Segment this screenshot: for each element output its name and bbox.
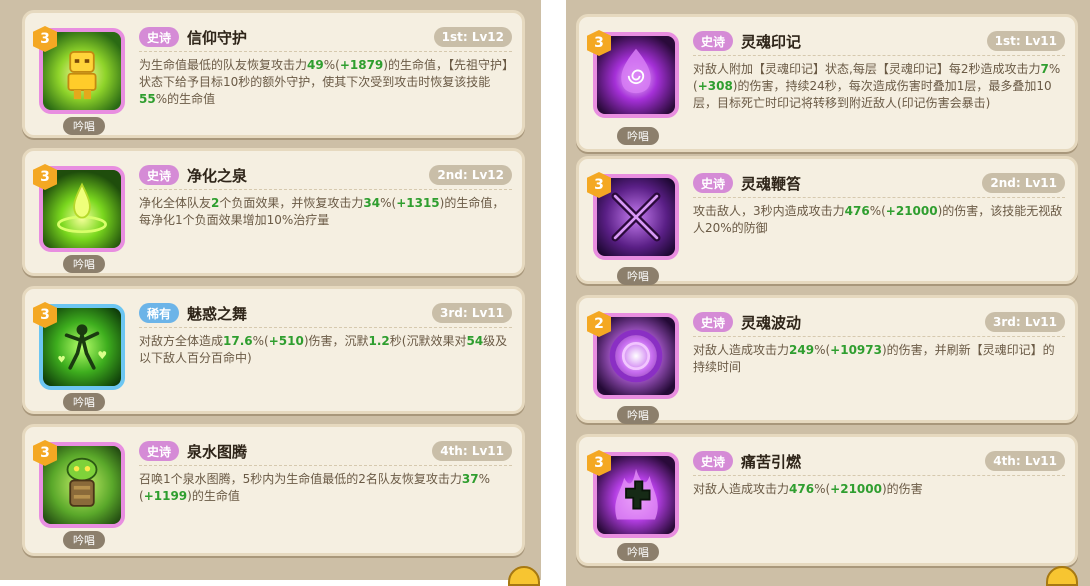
chant-tag: 吟唱 xyxy=(617,267,659,285)
skill-card-3[interactable]: ♥ ♥ 3 吟唱 稀有 魅惑之舞 3rd: Lv11 对敌方全体造成17.6%(… xyxy=(22,286,525,414)
skill-slot-tag: 1st: Lv12 xyxy=(433,27,512,47)
skill-description: 对敌人造成攻击力476%(+21000)的伤害 xyxy=(693,481,1065,498)
description-text: 对敌人附加【灵魂印记】状态,每层【灵魂印记】每2秒造成攻击力 xyxy=(693,62,1041,76)
description-text: 对敌人造成攻击力 xyxy=(693,482,790,496)
skill-card-1[interactable]: 3 吟唱 史诗 信仰守护 1st: Lv12 为生命值最低的队友恢复攻击力49%… xyxy=(22,10,525,138)
description-text: )的伤害 xyxy=(881,482,923,496)
chant-tag: 吟唱 xyxy=(617,543,659,561)
description-text: 个负面效果，并恢复攻击力 xyxy=(219,196,364,210)
divider-line xyxy=(139,327,512,328)
svg-text:♥: ♥ xyxy=(97,349,107,362)
chant-tag: 吟唱 xyxy=(617,406,659,424)
description-text: )的生命值 xyxy=(187,489,240,503)
skill-description: 净化全体队友2个负面效果，并恢复攻击力34%(+1315)的生命值，每净化1个负… xyxy=(139,195,512,229)
highlight-value: +21000 xyxy=(830,482,882,496)
skill-card-5[interactable]: 3 吟唱 史诗 灵魂印记 1st: Lv11 对敌人附加【灵魂印记】状态,每层【… xyxy=(576,14,1078,152)
highlight-value: 1.2 xyxy=(368,334,390,348)
skill-name: 灵魂波动 xyxy=(741,314,802,332)
skill-slot-tag: 3rd: Lv11 xyxy=(984,312,1065,332)
skill-card-2[interactable]: 3 吟唱 史诗 净化之泉 2nd: Lv12 净化全体队友2个负面效果，并恢复攻… xyxy=(22,148,525,276)
rarity-pill: 史诗 xyxy=(139,165,180,185)
highlight-value: +10973 xyxy=(830,343,882,357)
skill-name: 魅惑之舞 xyxy=(187,305,248,323)
description-text: %( xyxy=(869,204,886,218)
chant-tag: 吟唱 xyxy=(63,531,105,549)
description-text: 净化全体队友 xyxy=(139,196,212,210)
description-text: %( xyxy=(814,343,831,357)
highlight-value: 49 xyxy=(307,58,324,72)
highlight-value: +1199 xyxy=(143,489,188,503)
skill-description: 对敌方全体造成17.6%(+510)伤害，沉默1.2秒(沉默效果对54级及以下敌… xyxy=(139,333,512,367)
skill-card-7[interactable]: 2 吟唱 史诗 灵魂波动 3rd: Lv11 对敌人造成攻击力249%(+109… xyxy=(576,295,1078,424)
highlight-value: 7 xyxy=(1040,62,1049,76)
highlight-value: 476 xyxy=(844,204,870,218)
skill-description: 对敌人附加【灵魂印记】状态,每层【灵魂印记】每2秒造成攻击力7%(+308)的伤… xyxy=(693,61,1065,112)
divider-line xyxy=(693,55,1065,56)
highlight-value: 37 xyxy=(461,472,479,486)
skill-name: 灵魂印记 xyxy=(741,33,802,51)
rarity-pill: 史诗 xyxy=(693,312,734,332)
description-text: 对敌人造成攻击力 xyxy=(693,343,790,357)
divider-line xyxy=(139,465,512,466)
highlight-value: 55 xyxy=(139,92,156,106)
divider-line xyxy=(693,197,1065,198)
skill-card-8[interactable]: 3 吟唱 史诗 痛苦引燃 4th: Lv11 对敌人造成攻击力476%(+210… xyxy=(576,434,1078,566)
divider-line xyxy=(693,336,1065,337)
skill-slot-tag: 4th: Lv11 xyxy=(432,441,512,461)
rarity-pill: 史诗 xyxy=(139,27,180,47)
skill-name: 泉水图腾 xyxy=(187,443,248,461)
divider-line xyxy=(693,475,1065,476)
description-text: 召唤1个泉水图腾，5秒内为生命值最低的2名队友恢复攻击力 xyxy=(139,472,462,486)
highlight-value: +510 xyxy=(268,334,304,348)
skill-name: 灵魂鞭笞 xyxy=(741,175,802,193)
description-text: 为生命值最低的队友恢复攻击力 xyxy=(139,58,308,72)
skill-slot-tag: 4th: Lv11 xyxy=(985,451,1065,471)
rarity-pill: 史诗 xyxy=(693,31,734,51)
description-text: %( xyxy=(323,58,340,72)
highlight-value: 34 xyxy=(363,196,381,210)
chant-tag: 吟唱 xyxy=(63,255,105,273)
highlight-value: 249 xyxy=(789,343,815,357)
description-text: %( xyxy=(252,334,269,348)
skill-name: 痛苦引燃 xyxy=(741,453,802,471)
highlight-value: 17.6 xyxy=(223,334,253,348)
description-text: 秒(沉默效果对 xyxy=(389,334,467,348)
skill-card-4[interactable]: 3 吟唱 史诗 泉水图腾 4th: Lv11 召唤1个泉水图腾，5秒内为生命值最… xyxy=(22,424,525,556)
skill-card-6[interactable]: 3 吟唱 史诗 灵魂鞭笞 2nd: Lv11 攻击敌人，3秒内造成攻击力476%… xyxy=(576,156,1078,285)
description-text: )的伤害，持续24秒，每次造成伤害时叠加1层，最多叠加10层，目标死亡时印记将转… xyxy=(693,79,1052,110)
svg-text:♥: ♥ xyxy=(58,355,66,365)
chant-tag: 吟唱 xyxy=(63,393,105,411)
highlight-value: +1315 xyxy=(396,196,440,210)
highlight-value: +1879 xyxy=(339,58,384,72)
highlight-value: +21000 xyxy=(885,204,938,218)
skill-slot-tag: 1st: Lv11 xyxy=(986,31,1065,51)
skill-description: 为生命值最低的队友恢复攻击力49%(+1879)的生命值，【先祖守护】状态下给予… xyxy=(139,57,512,108)
highlight-value: 54 xyxy=(466,334,484,348)
rarity-pill: 史诗 xyxy=(693,173,734,193)
skill-description: 攻击敌人，3秒内造成攻击力476%(+21000)的伤害，该技能无视敌人20%的… xyxy=(693,203,1065,237)
skill-name: 信仰守护 xyxy=(187,29,248,47)
skill-slot-tag: 2nd: Lv11 xyxy=(982,173,1065,193)
rarity-pill: 史诗 xyxy=(139,441,180,461)
chant-tag: 吟唱 xyxy=(617,127,659,145)
highlight-value: 476 xyxy=(789,482,815,496)
rarity-pill: 稀有 xyxy=(139,303,180,323)
divider-line xyxy=(139,51,512,52)
chant-tag: 吟唱 xyxy=(63,117,105,135)
description-text: %( xyxy=(380,196,397,210)
skill-name: 净化之泉 xyxy=(187,167,248,185)
skill-slot-tag: 2nd: Lv12 xyxy=(429,165,512,185)
panel-divider xyxy=(541,0,566,586)
description-text: )伤害，沉默 xyxy=(303,334,369,348)
description-text: 对敌方全体造成 xyxy=(139,334,224,348)
rarity-pill: 史诗 xyxy=(693,451,734,471)
description-text: %的生命值 xyxy=(155,92,216,106)
skill-description: 召唤1个泉水图腾，5秒内为生命值最低的2名队友恢复攻击力37%(+1199)的生… xyxy=(139,471,512,505)
highlight-value: +308 xyxy=(697,79,733,93)
skill-description: 对敌人造成攻击力249%(+10973)的伤害，并刷新【灵魂印记】的持续时间 xyxy=(693,342,1065,376)
skill-slot-tag: 3rd: Lv11 xyxy=(431,303,512,323)
description-text: %( xyxy=(814,482,831,496)
description-text: 攻击敌人，3秒内造成攻击力 xyxy=(693,204,845,218)
divider-line xyxy=(139,189,512,190)
